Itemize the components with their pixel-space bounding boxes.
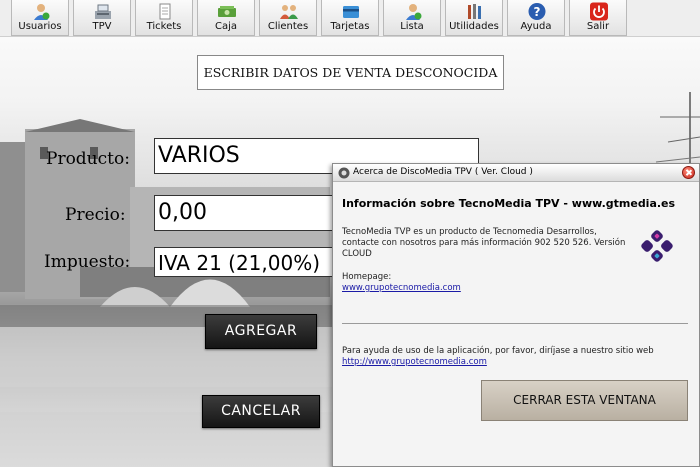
clients-icon bbox=[280, 5, 298, 19]
toolbar-label: Clientes bbox=[267, 21, 309, 32]
list-user-icon bbox=[406, 4, 422, 20]
form-title: ESCRIBIR DATOS DE VENTA DESCONOCIDA bbox=[197, 55, 504, 90]
dialog-titlebar[interactable]: Acerca de DiscoMedia TPV ( Ver. Cloud ) bbox=[333, 164, 699, 182]
about-dialog: Acerca de DiscoMedia TPV ( Ver. Cloud ) … bbox=[332, 163, 700, 467]
toolbar-label: Salir bbox=[586, 21, 610, 32]
toolbar-button-clientes[interactable]: Clientes bbox=[259, 0, 317, 36]
users-icon bbox=[34, 4, 50, 20]
help-text: Para ayuda de uso de la aplicación, por … bbox=[342, 346, 654, 356]
toolbar-label: TPV bbox=[92, 21, 112, 32]
toolbar-button-caja[interactable]: Caja bbox=[197, 0, 255, 36]
toolbar-button-tickets[interactable]: Tickets bbox=[135, 0, 193, 36]
toolbar-label: Lista bbox=[400, 21, 424, 32]
toolbar-button-salir[interactable]: Salir bbox=[569, 0, 627, 36]
agregar-button[interactable]: AGREGAR bbox=[205, 314, 317, 349]
dialog-description-line: CLOUD bbox=[342, 249, 372, 259]
svg-text:?: ? bbox=[534, 5, 541, 19]
app-icon bbox=[338, 167, 350, 179]
toolbar-button-lista[interactable]: Lista bbox=[383, 0, 441, 36]
help-link[interactable]: http://www.grupotecnomedia.com bbox=[342, 357, 487, 367]
toolbar-label: Tarjetas bbox=[330, 21, 370, 32]
cancelar-button[interactable]: CANCELAR bbox=[202, 395, 320, 428]
tecnomedia-logo-icon bbox=[641, 230, 673, 262]
help-icon: ? bbox=[528, 3, 546, 20]
dialog-heading: Información sobre TecnoMedia TPV - www.g… bbox=[342, 197, 676, 210]
toolbar-label: Caja bbox=[214, 21, 238, 32]
tickets-icon bbox=[159, 3, 171, 20]
toolbar-button-ayuda[interactable]: ? Ayuda bbox=[507, 0, 565, 36]
dialog-description-line: TecnoMedia TVP es un producto de Tecnome… bbox=[342, 227, 597, 237]
toolbar-button-usuarios[interactable]: Usuarios bbox=[11, 0, 69, 36]
utilities-icon bbox=[468, 4, 481, 19]
main-toolbar: Usuarios TPV Tickets Caja Clientes Tarje… bbox=[0, 0, 700, 37]
close-icon[interactable] bbox=[682, 166, 695, 179]
toolbar-button-tpv[interactable]: TPV bbox=[73, 0, 131, 36]
impuesto-select[interactable]: IVA 21 (21,00%) bbox=[154, 247, 344, 277]
toolbar-label: Utilidades bbox=[449, 21, 499, 32]
power-icon bbox=[590, 2, 608, 21]
homepage-label: Homepage: bbox=[342, 272, 392, 282]
impuesto-label: Impuesto: bbox=[44, 252, 131, 272]
toolbar-label: Tickets bbox=[146, 21, 182, 32]
dialog-divider bbox=[342, 323, 688, 324]
toolbar-button-utilidades[interactable]: Utilidades bbox=[445, 0, 503, 36]
toolbar-label: Usuarios bbox=[18, 21, 62, 32]
cash-register-icon bbox=[95, 4, 111, 19]
producto-label: Producto: bbox=[46, 149, 130, 169]
dialog-description-line: contacte con nosotros para más informaci… bbox=[342, 238, 626, 248]
toolbar-button-tarjetas[interactable]: Tarjetas bbox=[321, 0, 379, 36]
dialog-title: Acerca de DiscoMedia TPV ( Ver. Cloud ) bbox=[353, 167, 533, 177]
toolbar-label: Ayuda bbox=[520, 21, 552, 32]
close-window-button[interactable]: CERRAR ESTA VENTANA bbox=[481, 380, 688, 421]
homepage-link[interactable]: www.grupotecnomedia.com bbox=[342, 283, 461, 293]
cash-box-icon bbox=[218, 6, 236, 17]
cards-icon bbox=[343, 6, 359, 18]
precio-label: Precio: bbox=[65, 205, 126, 225]
